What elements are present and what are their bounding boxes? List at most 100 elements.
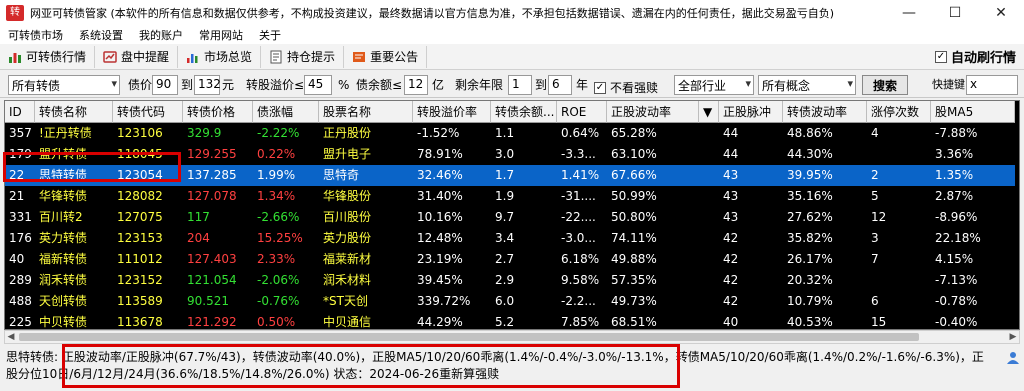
table-row[interactable]: 176 英力转债 123153 204 15.25% 英力股份 12.48% 3.4 -3.0.… xyxy=(5,228,1015,249)
column-header[interactable]: 转债代码 xyxy=(113,101,183,123)
column-header[interactable]: 转债波动率 xyxy=(783,101,867,123)
table-cell xyxy=(699,123,719,144)
table-cell: 39.45% xyxy=(417,273,463,287)
table-cell: 225 xyxy=(9,315,32,329)
table-cell: 百川转2 xyxy=(39,210,83,224)
years-min-input[interactable]: 1 xyxy=(508,75,532,95)
column-header[interactable]: 正股波动率 xyxy=(607,101,699,123)
column-header[interactable]: 股MA5 xyxy=(931,101,1015,123)
table-cell: 22.18% xyxy=(935,231,981,245)
years-unit-label: 年 xyxy=(576,78,589,92)
balance-input[interactable]: 12 xyxy=(404,75,428,95)
column-header[interactable]: ID xyxy=(5,101,35,123)
table-cell: 5.2 xyxy=(495,315,515,329)
table-cell: 331 xyxy=(9,210,32,224)
table-cell: 35.16% xyxy=(787,189,833,203)
scroll-right-icon[interactable]: ▶ xyxy=(1007,331,1019,343)
table-row[interactable]: 179 盟升转债 118045 129.255 0.22% 盟升电子 78.91% 3.0 -3… xyxy=(5,144,1015,165)
column-header[interactable]: 股票名称 xyxy=(319,101,413,123)
industry-select[interactable]: 全部行业 xyxy=(674,75,754,95)
table-cell: 123054 xyxy=(117,168,163,182)
intraday-alert-button[interactable]: 盘中提醒 xyxy=(95,45,179,68)
toolbar: 可转债行情 盘中提醒 市场总览 持仓提示 重要公告 ✓ 自动刷行情 xyxy=(0,44,1024,70)
no-forced-redemption-label: 不看强赎 xyxy=(610,81,659,95)
table-cell: 盟升转债 xyxy=(39,147,88,161)
column-header[interactable]: ROE xyxy=(557,101,607,123)
column-header[interactable]: 正股脉冲 xyxy=(719,101,783,123)
minimize-button[interactable]: — xyxy=(886,0,932,26)
table-cell: 49.73% xyxy=(611,294,657,308)
column-header[interactable]: 转股溢价率 xyxy=(413,101,491,123)
table-row[interactable]: 21 华锋转债 128082 127.078 1.34% 华锋股份 31.40% 1.9 -31… xyxy=(5,186,1015,207)
column-header[interactable]: ▼ xyxy=(699,101,719,123)
menu-my-account[interactable]: 我的账户 xyxy=(131,27,191,43)
auto-refresh-checkbox[interactable]: ✓ xyxy=(934,50,947,63)
table-row[interactable]: 40 福新转债 111012 127.403 2.33% 福莱新材 23.19% 2.7 6.1… xyxy=(5,249,1015,270)
column-header[interactable]: 债涨幅 xyxy=(253,101,319,123)
table-cell: -2.66% xyxy=(257,210,300,224)
price-min-input[interactable]: 90 xyxy=(152,75,178,95)
table-cell: -22.... xyxy=(561,210,596,224)
table-cell: 23.19% xyxy=(417,252,463,266)
table-cell: 1.9 xyxy=(495,189,515,203)
table-row[interactable]: 488 天创转债 113589 90.521 -0.76% *ST天创 339.72% 6.0… xyxy=(5,291,1015,312)
menu-bond-market[interactable]: 可转债市场 xyxy=(0,27,71,43)
scrollbar-thumb[interactable] xyxy=(19,333,919,341)
table-cell: 63.10% xyxy=(611,147,657,161)
table-cell: 2 xyxy=(871,168,879,182)
no-forced-redemption-toggle[interactable]: ✓ 不看强赎 xyxy=(594,79,658,96)
bond-quotes-button[interactable]: 可转债行情 xyxy=(0,45,96,68)
user-icon[interactable] xyxy=(1006,350,1020,364)
table-cell: 20.32% xyxy=(787,273,833,287)
close-button[interactable]: ✕ xyxy=(978,0,1024,26)
price-max-input[interactable]: 132 xyxy=(194,75,221,95)
search-button[interactable]: 搜索 xyxy=(862,75,909,95)
table-row[interactable]: 289 润禾转债 123152 121.054 -2.06% 润禾材料 39.45% 2.9 9… xyxy=(5,270,1015,291)
table-cell: 6.0 xyxy=(495,294,515,308)
column-header[interactable]: 转债余额... xyxy=(491,101,557,123)
market-overview-button[interactable]: 市场总览 xyxy=(178,45,262,68)
table-cell: 50.99% xyxy=(611,189,657,203)
table-cell: 7 xyxy=(871,252,879,266)
bond-type-select[interactable]: 所有转债 xyxy=(8,75,120,95)
table-cell: 2.9 xyxy=(495,273,515,287)
table-row[interactable]: 357 !正丹转债 123106 329.9 -2.22% 正丹股份 -1.52% 1.1 0.… xyxy=(5,123,1015,144)
scroll-left-icon[interactable]: ◀ xyxy=(5,331,17,343)
table-row[interactable]: 331 百川转2 127075 117 -2.66% 百川股份 10.16% 9.7 -22..… xyxy=(5,207,1015,228)
shortcut-input[interactable]: x xyxy=(966,75,1018,95)
column-header[interactable]: 转债价格 xyxy=(183,101,253,123)
menu-about[interactable]: 关于 xyxy=(251,27,289,43)
table-cell: 113589 xyxy=(117,294,163,308)
bar-chart-icon xyxy=(8,50,22,64)
table-cell: 2.7 xyxy=(495,252,515,266)
table-cell: 15.25% xyxy=(257,231,303,245)
maximize-button[interactable]: ☐ xyxy=(932,0,978,26)
table-row-selected[interactable]: 22 思特转债 123054 137.285 1.99% 思特奇 32.46% 1.7 1.41… xyxy=(5,165,1015,186)
premium-label: 转股溢价≤ xyxy=(246,78,305,92)
table-cell: 3 xyxy=(871,231,879,245)
auto-refresh-label: 自动刷行情 xyxy=(950,51,1016,66)
table-cell: 44.29% xyxy=(417,315,463,329)
column-header[interactable]: 涨停次数 xyxy=(867,101,931,123)
no-forced-redemption-checkbox[interactable]: ✓ xyxy=(594,81,606,94)
premium-input[interactable]: 45 xyxy=(304,75,332,95)
announcements-button[interactable]: 重要公告 xyxy=(344,45,428,68)
table-cell: 121.054 xyxy=(187,273,237,287)
table-cell: 5 xyxy=(871,189,879,203)
auto-refresh-toggle[interactable]: ✓ 自动刷行情 xyxy=(934,47,1016,66)
menu-settings[interactable]: 系统设置 xyxy=(71,27,131,43)
table-row[interactable]: 225 中贝转债 113678 121.292 0.50% 中贝通信 44.29% 5.2 7.… xyxy=(5,312,1015,329)
table-cell xyxy=(699,207,719,228)
window-title: 网亚可转债管家 (本软件的所有信息和数据仅供参考，不构成投资建议，最终数据请以官… xyxy=(30,7,835,20)
position-hint-button[interactable]: 持仓提示 xyxy=(261,45,345,68)
table-cell: 3.36% xyxy=(935,147,974,161)
table-cell: 3.4 xyxy=(495,231,515,245)
table-cell: -2.2... xyxy=(561,294,596,308)
column-header[interactable]: 转债名称 xyxy=(35,101,113,123)
concept-select[interactable]: 所有概念 xyxy=(758,75,856,95)
table-cell: 204 xyxy=(187,231,210,245)
horizontal-scrollbar[interactable]: ◀ ▶ xyxy=(4,330,1020,344)
table-cell: 128082 xyxy=(117,189,163,203)
years-max-input[interactable]: 6 xyxy=(548,75,572,95)
menu-websites[interactable]: 常用网站 xyxy=(191,27,251,43)
